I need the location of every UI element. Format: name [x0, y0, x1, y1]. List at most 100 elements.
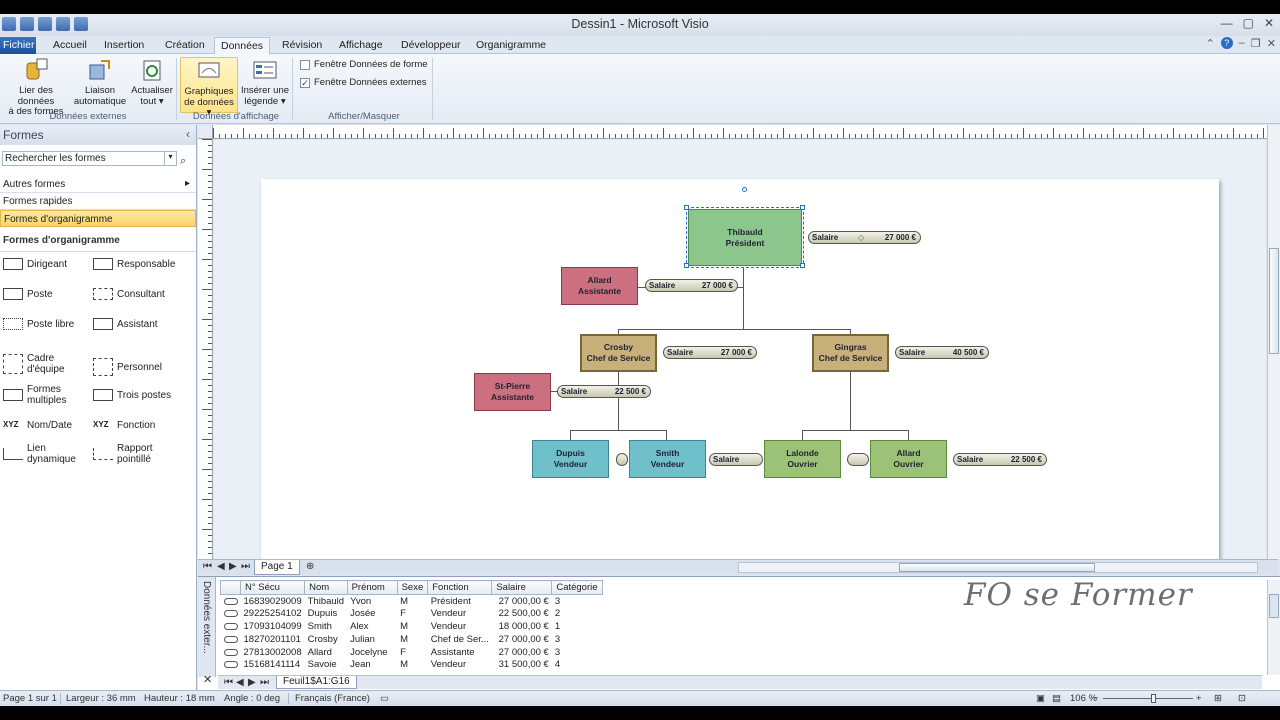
table-cell[interactable]: 22 500,00 €: [492, 607, 552, 620]
maximize-icon[interactable]: ▢: [1243, 16, 1254, 30]
drawing-page[interactable]: Thibauld Président Allard Assistante Cro…: [261, 179, 1219, 559]
last-page-icon[interactable]: ⏭: [241, 561, 250, 572]
table-cell[interactable]: Chef de Ser...: [428, 633, 492, 646]
table-cell[interactable]: 17093104099: [241, 620, 305, 633]
status-language[interactable]: Français (France): [295, 693, 370, 704]
table-cell[interactable]: Crosby: [305, 633, 347, 646]
zoom-out-icon[interactable]: −: [1093, 693, 1099, 704]
table-cell[interactable]: 27 000,00 €: [492, 633, 552, 646]
close-icon[interactable]: ✕: [1264, 16, 1274, 30]
sheet-tab[interactable]: Feuil1$A1:G16: [276, 676, 357, 689]
table-cell[interactable]: Yvon: [347, 595, 397, 608]
selection-handle[interactable]: [684, 263, 689, 268]
column-header[interactable]: Catégorie: [551, 580, 603, 595]
switch-windows-icon[interactable]: ▤: [1052, 693, 1061, 704]
selection-handle[interactable]: [800, 205, 805, 210]
table-cell[interactable]: Vendeur: [428, 607, 492, 620]
table-cell[interactable]: 18 000,00 €: [492, 620, 552, 633]
data-graphics-button[interactable]: Graphiques de données ▾: [180, 57, 238, 118]
status-page[interactable]: Page 1 sur 1: [3, 693, 57, 704]
chevron-down-icon[interactable]: ▾: [164, 152, 176, 165]
next-sheet-icon[interactable]: ▶: [248, 677, 256, 688]
table-row[interactable]: 17093104099 Smith Alex M Vendeur 18 000,00 €1: [221, 620, 603, 633]
shape-assistant[interactable]: Assistant: [93, 318, 158, 330]
table-cell[interactable]: Thibauld: [305, 595, 347, 608]
shape-consultant[interactable]: Consultant: [93, 288, 165, 300]
fit-page-icon[interactable]: ⊞: [1214, 693, 1222, 704]
formes-organigramme-item[interactable]: Formes d'organigramme: [0, 210, 196, 227]
salary-data-graphic[interactable]: Salaire ◇ 27 000 €: [808, 231, 921, 244]
zoom-slider[interactable]: [1103, 694, 1193, 703]
zoom-in-icon[interactable]: +: [1196, 693, 1202, 704]
table-cell[interactable]: 2: [552, 607, 602, 620]
auto-link-button[interactable]: Liaison automatique: [72, 57, 128, 113]
table-cell[interactable]: Président: [428, 595, 492, 608]
table-row[interactable]: 15168141114 Savoie Jean M Vendeur 31 500,00 €…: [221, 658, 603, 671]
pan-zoom-icon[interactable]: ⊡: [1238, 693, 1246, 704]
table-cell[interactable]: Josée: [347, 607, 397, 620]
table-cell[interactable]: Vendeur: [428, 620, 492, 633]
checkbox-donnees-forme[interactable]: Fenêtre Données de forme: [300, 59, 428, 70]
table-cell[interactable]: 27 000,00 €: [492, 595, 552, 608]
tab-insertion[interactable]: Insertion: [98, 37, 150, 54]
org-box-dupuis[interactable]: Dupuis Vendeur: [532, 440, 609, 478]
prev-sheet-icon[interactable]: ◀: [236, 677, 244, 688]
shape-poste-libre[interactable]: Poste libre: [3, 318, 74, 330]
tab-organigramme[interactable]: Organigramme: [470, 37, 552, 54]
table-cell[interactable]: Smith: [305, 620, 347, 633]
table-cell[interactable]: 3: [552, 595, 602, 608]
table-row[interactable]: 29225254102 Dupuis Josée F Vendeur 22 500,00 …: [221, 607, 603, 620]
checkbox-box[interactable]: [300, 59, 310, 70]
search-icon[interactable]: ⌕: [180, 155, 186, 168]
status-width[interactable]: Largeur : 36 mm: [66, 693, 136, 704]
salary-data-graphic-partial[interactable]: [847, 453, 869, 466]
table-cell[interactable]: 4: [552, 658, 602, 671]
table-row[interactable]: 18270201101 Crosby Julian M Chef de Ser... 27…: [221, 633, 603, 646]
shape-dirigeant[interactable]: Dirigeant: [3, 258, 67, 270]
table-cell[interactable]: F: [397, 646, 428, 659]
collapse-ribbon-icon[interactable]: ⌃: [1206, 37, 1215, 50]
table-cell[interactable]: Assistante: [428, 646, 492, 659]
shape-poste[interactable]: Poste: [3, 288, 53, 300]
tab-revision[interactable]: Révision: [276, 37, 328, 54]
table-cell[interactable]: Julian: [347, 633, 397, 646]
table-row[interactable]: 16839029009 Thibauld Yvon M Président 27 000,…: [221, 595, 603, 608]
table-cell[interactable]: Dupuis: [305, 607, 347, 620]
page-tab[interactable]: Page 1: [254, 560, 300, 575]
table-cell[interactable]: 27813002008: [241, 646, 305, 659]
shape-search-input[interactable]: Rechercher les formes ▾: [2, 151, 177, 166]
salary-data-graphic[interactable]: Salaire 27 000 €: [663, 346, 757, 359]
refresh-all-button[interactable]: Actualiser tout ▾: [130, 57, 174, 113]
table-cell[interactable]: M: [397, 633, 428, 646]
next-page-icon[interactable]: ▶: [229, 561, 237, 572]
org-box-smith[interactable]: Smith Vendeur: [629, 440, 706, 478]
tab-donnees[interactable]: Données: [214, 37, 271, 55]
table-cell[interactable]: 3: [552, 646, 602, 659]
scroll-thumb[interactable]: [1269, 248, 1279, 354]
org-box-allard-assistante[interactable]: Allard Assistante: [561, 267, 638, 305]
table-cell[interactable]: Vendeur: [428, 658, 492, 671]
table-cell[interactable]: M: [397, 620, 428, 633]
scroll-thumb[interactable]: [899, 563, 1095, 572]
status-height[interactable]: Hauteur : 18 mm: [144, 693, 215, 704]
formes-rapides-item[interactable]: Formes rapides: [0, 193, 196, 210]
column-header[interactable]: Sexe: [396, 580, 429, 595]
salary-data-graphic[interactable]: Salaire 22 500 €: [557, 385, 651, 398]
table-cell[interactable]: F: [397, 607, 428, 620]
column-header[interactable]: Salaire: [491, 580, 553, 595]
table-cell[interactable]: 3: [552, 633, 602, 646]
salary-data-graphic[interactable]: Salaire 22 500 €: [953, 453, 1047, 466]
column-header[interactable]: Nom: [304, 580, 348, 595]
table-cell[interactable]: 16839029009: [241, 595, 305, 608]
shape-trois-postes[interactable]: Trois postes: [93, 389, 171, 401]
tab-accueil[interactable]: Accueil: [47, 37, 93, 54]
org-box-allard-ouvrier[interactable]: Allard Ouvrier: [870, 440, 947, 478]
doc-restore-icon[interactable]: ❐: [1251, 37, 1261, 50]
checkbox-checked-icon[interactable]: ✓: [300, 77, 310, 88]
shape-nom-date[interactable]: XYZ Nom/Date: [3, 419, 72, 431]
data-vertical-scrollbar[interactable]: [1267, 580, 1280, 675]
tab-creation[interactable]: Création: [159, 37, 211, 54]
salary-data-graphic[interactable]: Salaire 40 500 €: [895, 346, 989, 359]
tab-fichier[interactable]: Fichier: [0, 37, 36, 54]
table-cell[interactable]: 1: [552, 620, 602, 633]
